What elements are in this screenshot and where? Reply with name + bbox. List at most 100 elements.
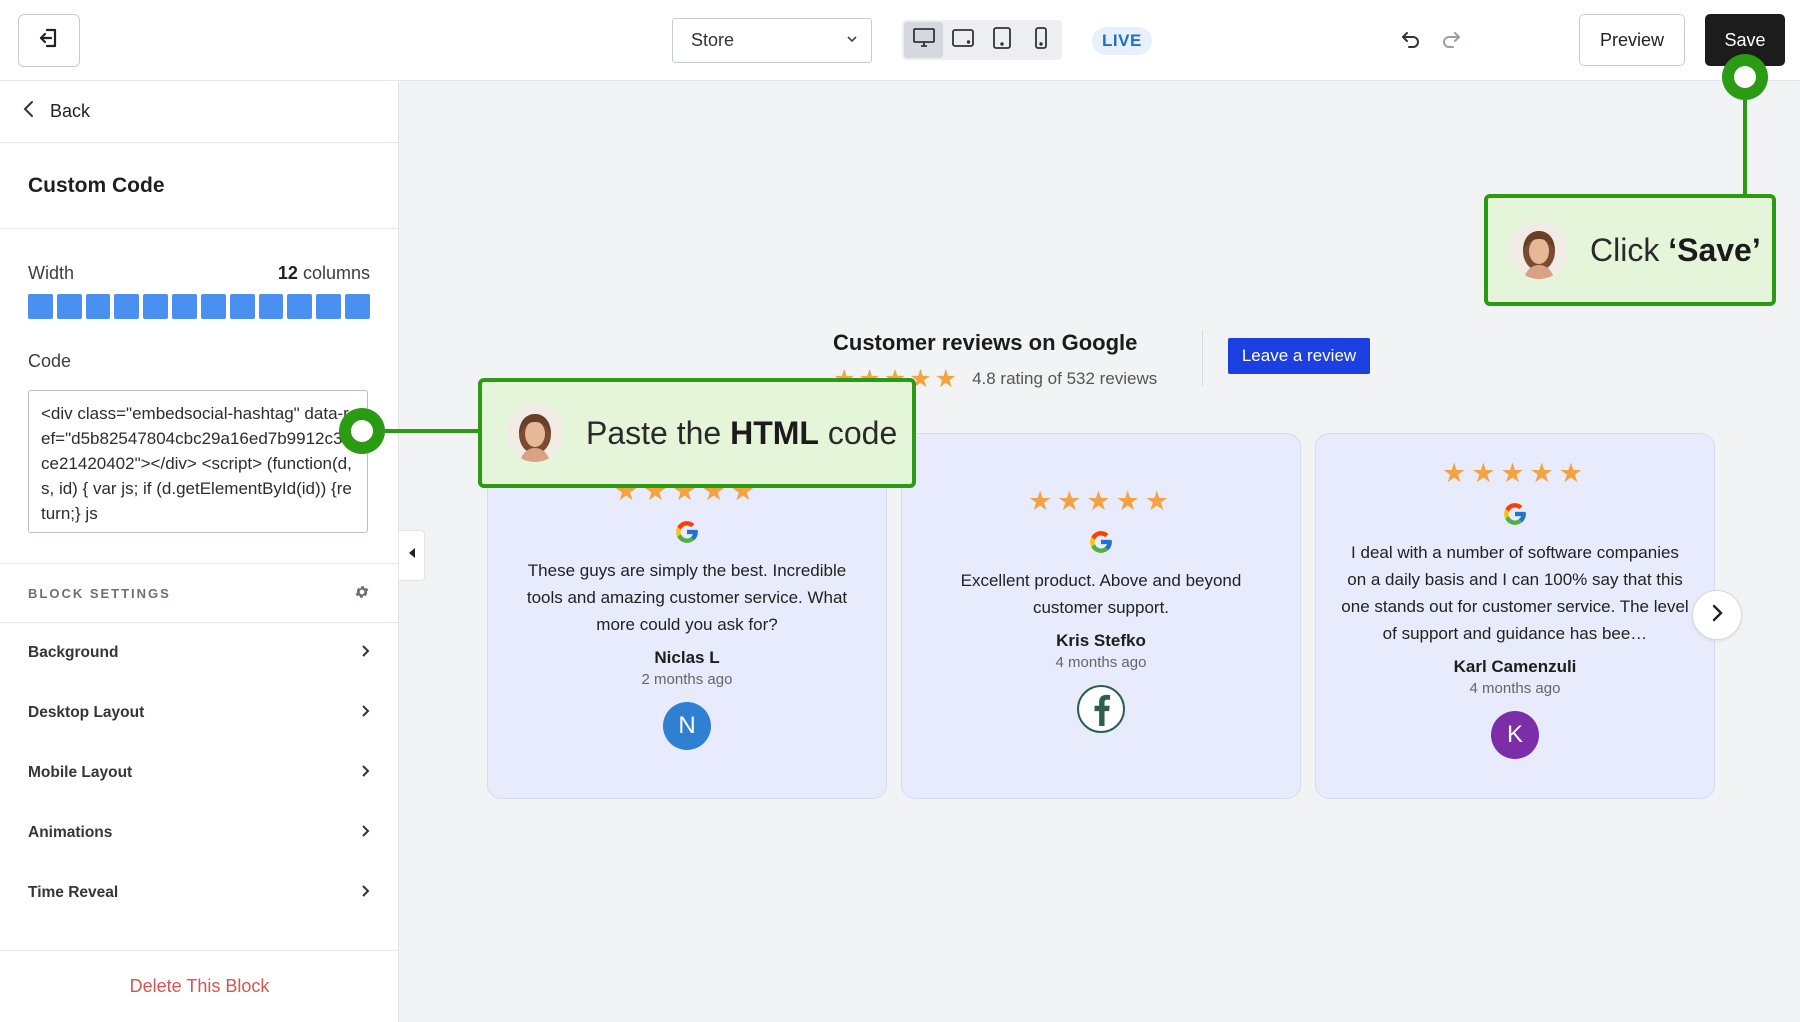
save-button-marker bbox=[1722, 54, 1768, 100]
review-time: 4 months ago bbox=[1469, 680, 1561, 697]
column-segment[interactable] bbox=[287, 294, 313, 319]
review-time: 2 months ago bbox=[641, 671, 733, 688]
column-segment[interactable] bbox=[56, 294, 82, 319]
device-switcher bbox=[902, 20, 1062, 60]
redo-icon bbox=[1440, 28, 1462, 55]
collapse-sidebar-button[interactable] bbox=[399, 530, 425, 581]
tablet-landscape-icon bbox=[951, 28, 975, 53]
page-select-value: Store bbox=[691, 30, 735, 50]
exit-editor-button[interactable] bbox=[18, 14, 80, 67]
paste-prefix: Paste the bbox=[586, 414, 731, 451]
carousel-next-button[interactable] bbox=[1692, 590, 1742, 640]
review-text: These guys are simply the best. Incredib… bbox=[526, 561, 848, 634]
leave-review-button[interactable]: Leave a review bbox=[1228, 338, 1370, 374]
column-segment[interactable] bbox=[345, 294, 370, 319]
column-width-slider[interactable] bbox=[28, 294, 370, 319]
chevron-right-icon bbox=[360, 824, 370, 843]
width-number: 12 bbox=[277, 263, 298, 283]
column-segment[interactable] bbox=[172, 294, 197, 319]
width-control: Width 12 columns bbox=[0, 229, 398, 329]
section-title: Custom Code bbox=[0, 143, 398, 229]
reviewer-name: Niclas L bbox=[654, 648, 720, 667]
settings-item-animations[interactable]: Animations bbox=[0, 803, 398, 863]
gear-icon[interactable] bbox=[354, 584, 370, 603]
google-icon bbox=[902, 529, 1300, 555]
column-segment[interactable] bbox=[143, 294, 169, 319]
block-settings-header: BLOCK SETTINGS bbox=[0, 563, 398, 623]
review-stars: ★★★★★ bbox=[1027, 486, 1175, 516]
back-button[interactable]: Back bbox=[0, 81, 398, 143]
undo-button[interactable] bbox=[1398, 28, 1424, 54]
width-label: Width bbox=[28, 263, 75, 283]
column-segment[interactable] bbox=[114, 294, 140, 319]
column-segment[interactable] bbox=[200, 294, 226, 319]
save-bold: ‘Save’ bbox=[1668, 231, 1761, 268]
reviewer-name: Karl Camenzuli bbox=[1453, 657, 1577, 676]
collapse-left-icon bbox=[407, 546, 417, 565]
header-divider bbox=[1202, 330, 1203, 386]
column-segment[interactable] bbox=[85, 294, 111, 319]
settings-item-label: Time Reveal bbox=[28, 884, 119, 901]
save-prefix: Click bbox=[1590, 231, 1669, 268]
avatar: N bbox=[663, 702, 711, 750]
back-label: Back bbox=[50, 101, 91, 121]
chevron-right-icon bbox=[360, 884, 370, 903]
rating-text: 4.8 rating of 532 reviews bbox=[972, 369, 1158, 388]
reviewer-name: Kris Stefko bbox=[1056, 631, 1146, 650]
code-textarea[interactable]: <div class="embedsocial-hashtag" data-re… bbox=[28, 390, 368, 533]
chevron-right-icon bbox=[360, 764, 370, 783]
tablet-landscape-view-button[interactable] bbox=[943, 22, 982, 58]
widget-title: Customer reviews on Google bbox=[833, 330, 1138, 355]
redo-button[interactable] bbox=[1438, 28, 1464, 54]
guide-avatar bbox=[506, 404, 564, 462]
settings-item-label: Background bbox=[28, 644, 119, 661]
review-text: I deal with a number of software compani… bbox=[1341, 543, 1689, 643]
paste-html-callout: Paste the HTML code bbox=[478, 378, 916, 488]
desktop-icon bbox=[912, 27, 936, 54]
settings-item-desktop-layout[interactable]: Desktop Layout bbox=[0, 683, 398, 743]
undo-icon bbox=[1400, 28, 1422, 55]
block-editor-sidebar: Back Custom Code Width 12 columns Code <… bbox=[0, 81, 399, 1022]
block-settings-label: BLOCK SETTINGS bbox=[28, 585, 171, 601]
review-stars: ★★★★★ bbox=[1441, 458, 1589, 488]
top-toolbar: Store LIVE Preview Save bbox=[0, 0, 1800, 81]
settings-item-label: Mobile Layout bbox=[28, 764, 133, 781]
width-value: 12 columns bbox=[278, 263, 370, 284]
preview-button[interactable]: Preview bbox=[1579, 14, 1685, 66]
settings-list: Background Desktop Layout Mobile Layout … bbox=[0, 623, 398, 923]
paste-callout-text: Paste the HTML code bbox=[586, 415, 897, 452]
review-text: Excellent product. Above and beyond cust… bbox=[960, 571, 1242, 617]
exit-icon bbox=[37, 26, 61, 55]
review-card: ★★★★★ Excellent product. Above and beyon… bbox=[901, 433, 1301, 799]
column-segment[interactable] bbox=[258, 294, 284, 319]
callout-connector bbox=[1743, 100, 1747, 196]
column-segment[interactable] bbox=[316, 294, 342, 319]
chevron-right-icon bbox=[360, 704, 370, 723]
chevron-left-icon bbox=[22, 99, 36, 124]
settings-item-mobile-layout[interactable]: Mobile Layout bbox=[0, 743, 398, 803]
settings-item-label: Animations bbox=[28, 824, 113, 841]
tablet-portrait-icon bbox=[992, 26, 1012, 55]
paste-suffix: code bbox=[818, 414, 898, 451]
review-time: 4 months ago bbox=[1055, 654, 1147, 671]
click-save-callout: Click ‘Save’ bbox=[1484, 194, 1776, 306]
settings-item-label: Desktop Layout bbox=[28, 704, 145, 721]
tablet-portrait-view-button[interactable] bbox=[982, 22, 1021, 58]
facebook-icon bbox=[1077, 685, 1125, 733]
delete-block-button[interactable]: Delete This Block bbox=[0, 950, 399, 1022]
save-callout-text: Click ‘Save’ bbox=[1590, 232, 1761, 269]
google-icon bbox=[488, 519, 886, 545]
column-segment[interactable] bbox=[28, 294, 53, 319]
page-select[interactable]: Store bbox=[672, 18, 872, 63]
settings-item-background[interactable]: Background bbox=[0, 623, 398, 683]
callout-connector bbox=[384, 429, 480, 433]
desktop-view-button[interactable] bbox=[904, 22, 943, 58]
settings-item-time-reveal[interactable]: Time Reveal bbox=[0, 863, 398, 923]
mobile-icon bbox=[1033, 26, 1049, 55]
review-card: ★★★★★ I deal with a number of software c… bbox=[1315, 433, 1715, 799]
chevron-right-icon bbox=[1710, 603, 1724, 628]
live-status-badge: LIVE bbox=[1092, 27, 1152, 55]
mobile-view-button[interactable] bbox=[1021, 22, 1060, 58]
chevron-down-icon bbox=[845, 30, 859, 51]
column-segment[interactable] bbox=[229, 294, 255, 319]
